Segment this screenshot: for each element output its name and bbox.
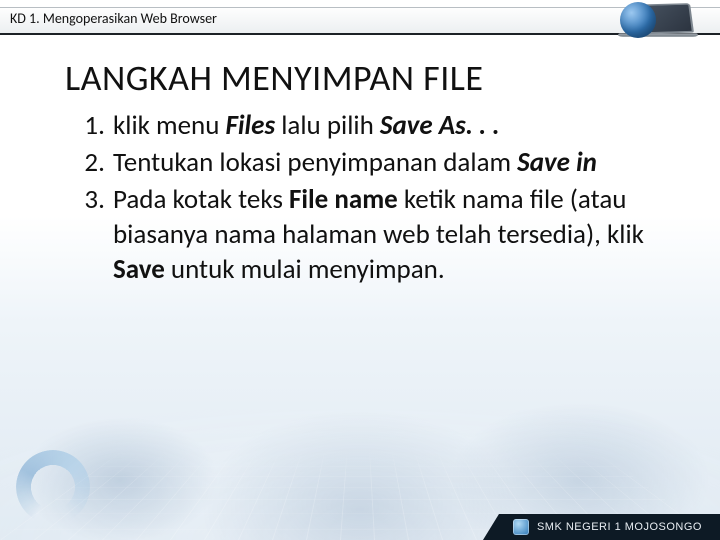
step-3: Pada kotak teks File name ketik nama fil… <box>111 182 649 287</box>
slide: KD 1. Mengoperasikan Web Browser LANGKAH… <box>0 0 720 540</box>
step-1-text-b: lalu pilih <box>275 109 380 142</box>
step-1: klik menu Files lalu pilih Save As. . . <box>111 108 649 143</box>
breadcrumb: KD 1. Mengoperasikan Web Browser <box>10 10 217 27</box>
step-3-bold-a: File name <box>289 183 398 216</box>
step-2-bold-a: Save in <box>517 146 597 179</box>
school-logo-icon <box>513 519 529 535</box>
step-2-text-a: Tentukan lokasi penyimpanan dalam <box>113 146 517 179</box>
content-body: klik menu Files lalu pilih Save As. . . … <box>65 108 649 287</box>
step-1-bold-b: Save As. . . <box>380 109 500 142</box>
footer-bar: SMK NEGERI 1 MOJOSONGO <box>483 514 720 540</box>
step-1-bold-a: Files <box>226 109 276 142</box>
step-1-text-a: klik menu <box>113 109 226 142</box>
page-title: LANGKAH MENYIMPAN FILE <box>65 56 483 100</box>
step-2: Tentukan lokasi penyimpanan dalam Save i… <box>111 145 649 180</box>
step-3-bold-b: Save <box>113 253 165 286</box>
step-3-text-a: Pada kotak teks <box>113 183 289 216</box>
step-3-text-c: untuk mulai menyimpan. <box>165 253 445 286</box>
laptop-icon <box>602 0 698 44</box>
footer-text: SMK NEGERI 1 MOJOSONGO <box>537 521 702 533</box>
ie-logo-icon <box>16 450 96 530</box>
